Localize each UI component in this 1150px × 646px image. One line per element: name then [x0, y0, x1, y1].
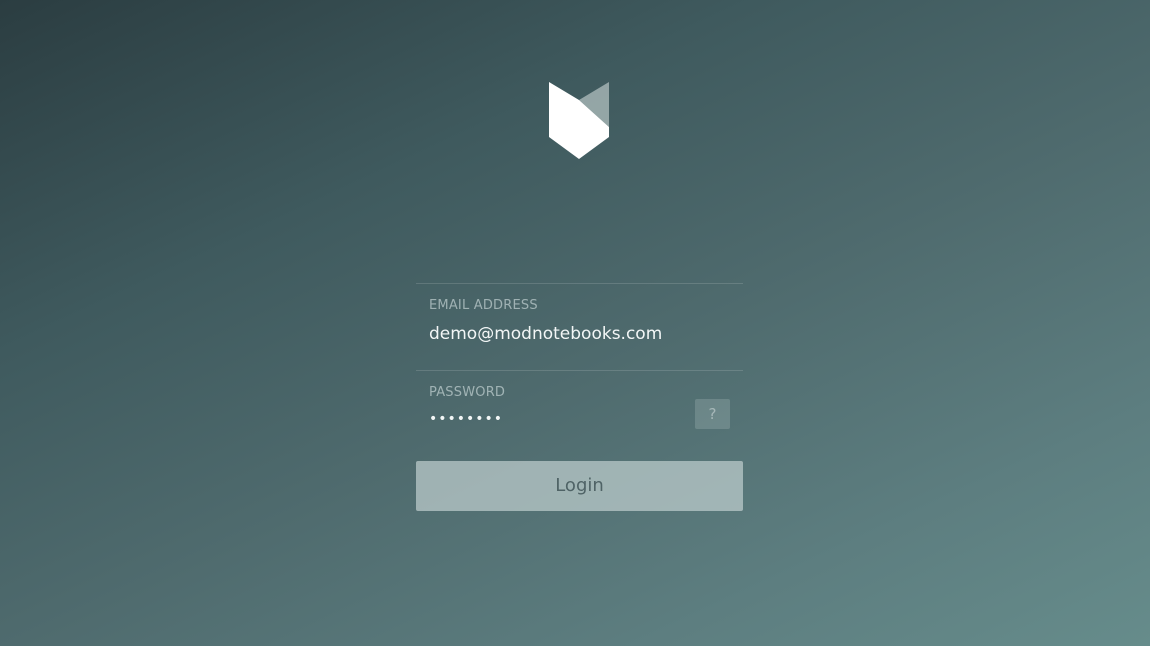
app-logo-icon [547, 80, 611, 160]
password-help-button[interactable]: ? [695, 399, 730, 429]
login-form: EMAIL ADDRESS PASSWORD •••••••• ? Login [416, 283, 743, 511]
password-field-group: PASSWORD •••••••• ? [416, 370, 743, 457]
email-field-group: EMAIL ADDRESS [416, 283, 743, 370]
login-button[interactable]: Login [416, 461, 743, 511]
password-label: PASSWORD [429, 385, 506, 400]
email-input[interactable] [429, 324, 689, 344]
password-input[interactable]: •••••••• [429, 411, 503, 427]
email-label: EMAIL ADDRESS [429, 298, 538, 313]
